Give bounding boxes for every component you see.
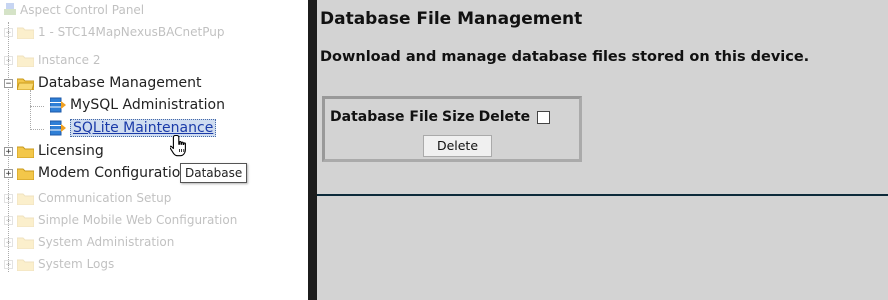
folder-open-icon: [17, 77, 34, 90]
collapse-icon[interactable]: −: [4, 78, 13, 88]
tree-item-system-administration[interactable]: + System Administration: [4, 232, 174, 252]
frame-splitter[interactable]: [308, 0, 317, 300]
folder-icon: [17, 236, 34, 249]
tree-item-label: Database Management: [38, 75, 202, 91]
column-header-database-file: Database File: [330, 109, 439, 125]
table-header: Database File Size Delete: [330, 109, 554, 125]
tree-item-communication-setup[interactable]: + Communication Setup: [4, 188, 171, 208]
control-panel-icon: [4, 3, 16, 17]
database-files-table: Database File Size Delete Delete: [322, 96, 582, 162]
tree-item-mysql-administration[interactable]: MySQL Administration: [49, 95, 225, 115]
expand-icon[interactable]: +: [4, 259, 13, 269]
expand-icon[interactable]: +: [4, 55, 13, 65]
delete-button[interactable]: Delete: [423, 135, 492, 157]
folder-icon: [17, 167, 34, 180]
column-header-size: Size: [442, 109, 475, 125]
tree-item-instance-2[interactable]: + Instance 2: [4, 50, 101, 70]
tree-item-label: SQLite Maintenance: [70, 119, 217, 137]
column-header-delete: Delete: [478, 109, 531, 125]
tree-panel: Aspect Control Panel + 1 - STC14MapNexus…: [0, 0, 308, 300]
folder-icon: [17, 214, 34, 227]
tree-item-licensing[interactable]: + Licensing: [4, 141, 104, 161]
tree-item-label: System Administration: [38, 235, 175, 249]
folder-icon: [17, 26, 34, 39]
tree-item-label: Modem Configuration: [38, 165, 190, 181]
folder-icon: [17, 192, 34, 205]
tree-item-label: Simple Mobile Web Configuration: [38, 213, 238, 227]
expand-icon[interactable]: +: [4, 27, 13, 37]
tree-root-label: Aspect Control Panel: [20, 3, 145, 17]
tree-item-label: Instance 2: [38, 53, 101, 67]
tree-item-system-logs[interactable]: + System Logs: [4, 254, 114, 274]
expand-icon[interactable]: +: [4, 168, 13, 178]
hand-cursor-icon: [169, 134, 192, 160]
database-icon: [49, 120, 67, 136]
main-panel: Database File Management Download and ma…: [317, 0, 888, 300]
select-all-checkbox[interactable]: [537, 110, 551, 124]
folder-icon: [17, 145, 34, 158]
tree-item-database-management[interactable]: − Database Management: [4, 73, 201, 93]
tree-item-label: Licensing: [38, 143, 104, 159]
horizontal-divider: [317, 194, 888, 196]
tree-item-label: Communication Setup: [38, 191, 172, 205]
tree-item-label: MySQL Administration: [70, 97, 225, 113]
folder-icon: [17, 54, 34, 67]
tree-root[interactable]: Aspect Control Panel: [4, 0, 144, 20]
tree-item-label: 1 - STC14MapNexusBACnetPup: [38, 25, 225, 39]
database-icon: [49, 97, 67, 113]
tree-item-simple-mobile-web[interactable]: + Simple Mobile Web Configuration: [4, 210, 237, 230]
page-title: Database File Management: [320, 9, 583, 29]
folder-icon: [17, 258, 34, 271]
expand-icon[interactable]: +: [4, 146, 13, 156]
tooltip: Database: [180, 163, 248, 183]
expand-icon[interactable]: +: [4, 215, 13, 225]
expand-icon[interactable]: +: [4, 237, 13, 247]
tree-item-label: System Logs: [38, 257, 115, 271]
page-description: Download and manage database files store…: [320, 49, 810, 65]
expand-icon[interactable]: +: [4, 193, 13, 203]
tree-item-1-stc14[interactable]: + 1 - STC14MapNexusBACnetPup: [4, 22, 224, 42]
tree-item-modem-configuration[interactable]: + Modem Configuration: [4, 163, 189, 183]
